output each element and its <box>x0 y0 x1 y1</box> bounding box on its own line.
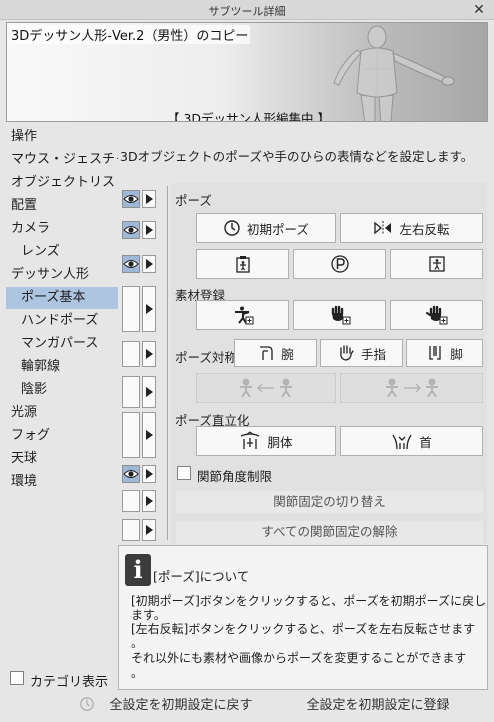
edit-status: 【 3Dデッサン人形編集中 】 <box>167 111 331 122</box>
category-lens[interactable]: レンズ <box>6 241 118 263</box>
tree-line <box>167 186 168 540</box>
arm-icon <box>260 346 273 360</box>
category-environment[interactable]: 環境 <box>6 471 118 493</box>
visibility-toggle[interactable] <box>122 341 140 367</box>
category-operation[interactable]: 操作 <box>6 126 118 148</box>
upright-neck-label: 首 <box>419 434 432 450</box>
flip-label: 左右反転 <box>399 221 450 237</box>
joint-fix-toggle-button[interactable]: 関節固定の切り替え <box>176 491 483 513</box>
model-preview[interactable]: 3Dデッサン人形-Ver.2（男性）のコピー 【 3Dデッサン人形編集中 】 <box>6 22 488 122</box>
symmetry-leg-button[interactable]: 脚 <box>406 339 483 367</box>
category-display-checkbox[interactable] <box>10 671 24 685</box>
category-hand-pose[interactable]: ハンドポーズ <box>6 310 118 332</box>
hand-outline-icon <box>340 345 354 361</box>
expand-arrow-icon[interactable] <box>142 255 156 273</box>
register-left-hand-button[interactable] <box>390 300 483 330</box>
hand-add-icon <box>425 305 447 325</box>
info-line: [初期ポーズ]ボタンをクリックすると、ポーズを初期ポーズに戻し <box>131 594 487 608</box>
symmetry-finger-label: 手指 <box>360 346 386 362</box>
pose-section-label: ポーズ <box>175 193 212 208</box>
torso-icon <box>241 431 260 449</box>
hand-add-icon <box>331 305 350 325</box>
category-drawing-doll[interactable]: デッサン人形 <box>6 264 118 286</box>
category-manga-perspective[interactable]: マンガパース <box>6 333 118 355</box>
visibility-toggle[interactable] <box>122 376 140 408</box>
category-object-list[interactable]: オブジェクトリスト <box>6 172 118 194</box>
mirror-right-to-left-icon <box>240 378 292 398</box>
framed-figure-icon <box>428 256 445 272</box>
info-line: それ以外にも素材や画像からポーズを変更することができます <box>131 651 467 665</box>
info-line: 。 <box>131 666 144 680</box>
visibility-toggle[interactable] <box>122 286 140 332</box>
category-light-source[interactable]: 光源 <box>6 402 118 424</box>
pose-p-button[interactable] <box>293 249 386 279</box>
category-placement[interactable]: 配置 <box>6 195 118 217</box>
symmetry-arm-button[interactable]: 腕 <box>234 339 317 367</box>
clipboard-figure-icon <box>235 256 250 273</box>
category-camera[interactable]: カメラ <box>6 218 118 240</box>
expand-arrow-icon[interactable] <box>142 412 156 458</box>
description-text: 3Dオブジェクトのポーズや手のひらの表情などを設定します。 <box>120 149 474 164</box>
register-right-hand-button[interactable] <box>293 300 386 330</box>
model-name: 3Dデッサン人形-Ver.2（男性）のコピー <box>9 25 251 44</box>
expand-arrow-icon[interactable] <box>142 190 156 208</box>
figure-add-icon <box>234 306 253 325</box>
eye-icon[interactable] <box>122 221 140 239</box>
mirror-left-to-right-icon <box>385 378 438 398</box>
visibility-toggle[interactable] <box>122 412 140 458</box>
release-all-joints-button[interactable]: すべての関節固定の解除 <box>176 521 483 543</box>
expand-arrow-icon[interactable] <box>142 376 156 408</box>
expand-arrow-icon[interactable] <box>142 519 156 541</box>
eye-icon[interactable] <box>122 465 140 483</box>
initial-pose-label: 初期ポーズ <box>247 221 309 237</box>
symmetry-arm-label: 腕 <box>281 346 294 362</box>
reset-all-settings-label: 全設定を初期設定に戻す <box>109 698 253 713</box>
category-fog[interactable]: フォグ <box>6 425 118 447</box>
flip-pose-button[interactable]: 左右反転 <box>340 213 483 243</box>
visibility-toggle[interactable] <box>122 490 140 512</box>
category-shading[interactable]: 陰影 <box>6 379 118 401</box>
info-line: [左右反転]ボタンをクリックすると、ポーズを左右反転させます <box>131 622 476 636</box>
reset-all-settings-button[interactable]: 全設定を初期設定に戻す <box>66 694 266 718</box>
neck-icon <box>392 434 412 450</box>
joint-limit-label: 関節角度制限 <box>197 469 273 484</box>
window-title: サブツール詳細 <box>208 5 286 18</box>
joint-limit-checkbox[interactable] <box>177 466 191 480</box>
mirror-right-to-left-button[interactable] <box>196 373 336 403</box>
expand-arrow-icon[interactable] <box>142 286 156 332</box>
upright-torso-label: 胴体 <box>267 434 293 450</box>
upright-neck-button[interactable]: 首 <box>340 426 483 456</box>
p-circle-icon <box>330 255 349 273</box>
register-default-settings-button[interactable]: 全設定を初期設定に登録 <box>282 694 474 718</box>
pose-scanner-button[interactable] <box>196 249 289 279</box>
category-mouse-gesture[interactable]: マウス・ジェスチャー <box>6 149 118 171</box>
visibility-toggle[interactable] <box>122 519 140 541</box>
symmetry-finger-button[interactable]: 手指 <box>320 339 403 367</box>
eye-icon[interactable] <box>122 255 140 273</box>
info-title: [ポーズ]について <box>153 569 250 584</box>
info-box: i [ポーズ]について [初期ポーズ]ボタンをクリックすると、ポーズを初期ポーズ… <box>118 545 488 690</box>
expand-arrow-icon[interactable] <box>142 490 156 512</box>
info-icon: i <box>125 554 151 586</box>
category-pose-basic[interactable]: ポーズ基本 <box>6 287 118 309</box>
category-display-label: カテゴリ表示 <box>30 675 109 690</box>
category-outline[interactable]: 輪郭線 <box>6 356 118 378</box>
expand-arrow-icon[interactable] <box>142 221 156 239</box>
pose-figure-frame-button[interactable] <box>390 249 483 279</box>
category-sky[interactable]: 天球 <box>6 448 118 470</box>
close-icon[interactable]: ✕ <box>470 1 488 19</box>
initial-pose-button[interactable]: 初期ポーズ <box>196 213 336 243</box>
upright-torso-button[interactable]: 胴体 <box>196 426 336 456</box>
expand-arrow-icon[interactable] <box>142 341 156 367</box>
eye-icon[interactable] <box>122 190 140 208</box>
expand-arrow-icon[interactable] <box>142 465 156 483</box>
flip-icon <box>374 221 392 235</box>
symmetry-leg-label: 脚 <box>450 346 463 362</box>
mirror-left-to-right-button[interactable] <box>340 373 483 403</box>
mannequin-figure <box>333 25 455 121</box>
legs-icon <box>429 346 441 360</box>
reset-icon <box>80 697 95 711</box>
register-pose-material-button[interactable] <box>196 300 289 330</box>
reset-icon <box>224 220 240 236</box>
